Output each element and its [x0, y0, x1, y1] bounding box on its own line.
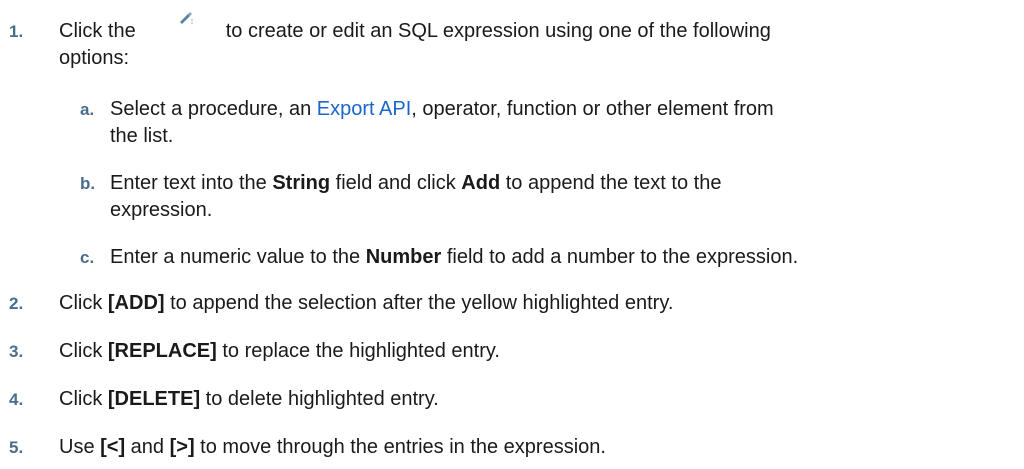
delete-button-label: [DELETE]: [107, 388, 201, 410]
step-text: Use [<] and [>] to move through the entr…: [59, 434, 1014, 461]
substep-number: c.: [80, 248, 95, 267]
previous-button-label: [<]: [100, 436, 126, 458]
step-number: 4.: [9, 390, 24, 409]
export-api-link[interactable]: Export API: [317, 98, 412, 120]
add-button-label: [ADD]: [107, 292, 165, 314]
step-text-pre: Use: [59, 436, 101, 458]
pencil-edit-icon[interactable]: [136, 12, 226, 38]
substep-text-post: field to add a number to the expression.: [441, 246, 799, 268]
step-text-mid: and: [125, 436, 170, 458]
step-number: 3.: [9, 342, 24, 361]
substep-text-post: , operator, function or other element fr…: [411, 98, 774, 120]
substep-text-mid: field and click: [330, 172, 462, 194]
step-text-post: to delete highlighted entry.: [200, 388, 439, 410]
add-label: Add: [461, 172, 501, 194]
step-number: 5.: [9, 438, 24, 457]
step-text-post: to create or edit an SQL expression usin…: [225, 20, 771, 42]
substep-text-pre: Enter a numeric value to the: [110, 246, 366, 268]
substep-text-pre: Enter text into the: [110, 172, 273, 194]
substep-text: Select a procedure, an Export API, opera…: [110, 96, 1010, 150]
step-text: Click the to create or edit an SQL expres…: [59, 12, 1014, 72]
step-text-pre: Click: [59, 388, 108, 410]
step-text-pre: Click: [59, 340, 108, 362]
step-number: 1.: [9, 22, 24, 41]
substep-number: b.: [80, 174, 96, 193]
number-field-label: Number: [365, 246, 442, 268]
substep-text: Enter a numeric value to the Number fiel…: [110, 244, 1010, 271]
string-field-label: String: [272, 172, 331, 194]
step-text: Click [DELETE] to delete highlighted ent…: [59, 386, 1014, 413]
substep-text-post: to append the text to the: [500, 172, 722, 194]
step-text: Click [ADD] to append the selection afte…: [59, 290, 1014, 317]
step-text-post: to replace the highlighted entry.: [216, 340, 500, 362]
step-text-line2: options:: [59, 47, 130, 69]
substep-text-line2: expression.: [110, 199, 213, 221]
substep-number: a.: [80, 100, 95, 119]
step-text-pre: Click the: [59, 20, 136, 42]
step-text-post: to append the selection after the yellow…: [164, 292, 674, 314]
step-text-post: to move through the entries in the expre…: [194, 436, 606, 458]
substep-text-pre: Select a procedure, an: [110, 98, 317, 120]
step-number: 2.: [9, 294, 24, 313]
step-text-pre: Click: [59, 292, 108, 314]
next-button-label: [>]: [169, 436, 195, 458]
substep-text-line2: the list.: [110, 125, 174, 147]
step-text: Click [REPLACE] to replace the highlight…: [59, 338, 1014, 365]
substep-text: Enter text into the String field and cli…: [110, 170, 1010, 224]
replace-button-label: [REPLACE]: [107, 340, 217, 362]
